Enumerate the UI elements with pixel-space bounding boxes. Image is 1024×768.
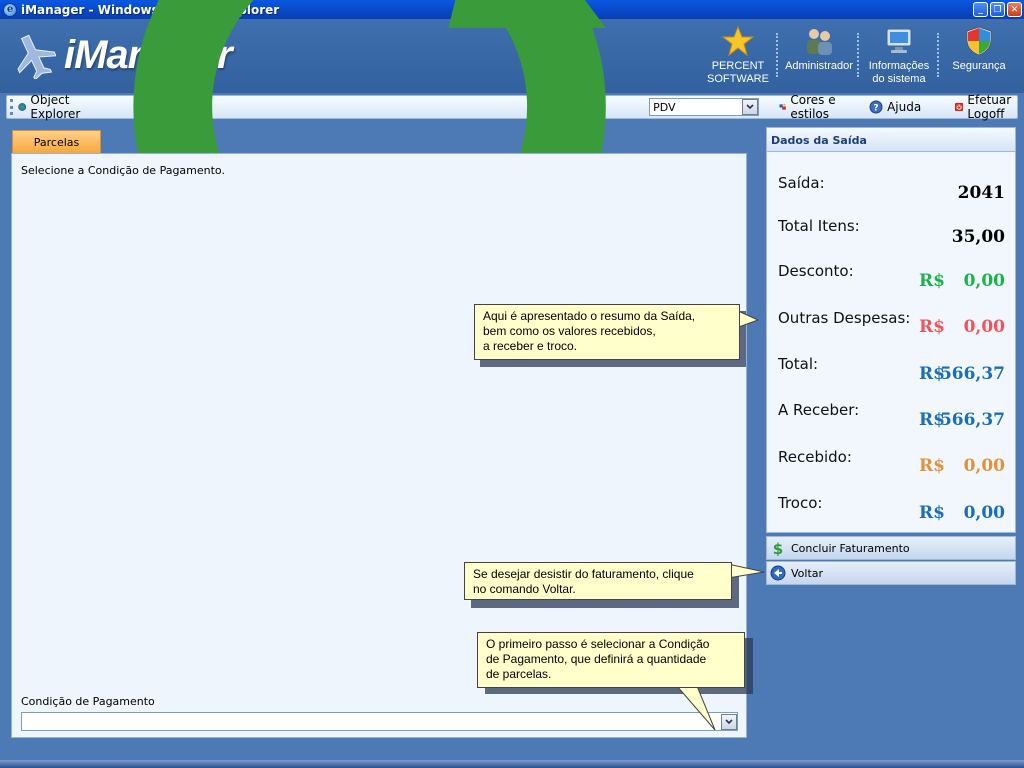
- minimize-button[interactable]: _: [973, 2, 988, 17]
- outras-despesas-label: Outras Despesas:: [778, 309, 911, 327]
- dados-saida-title: Dados da Saída: [771, 134, 867, 147]
- header-separator: [937, 33, 939, 77]
- tab-parcelas[interactable]: Parcelas: [12, 130, 101, 154]
- troco-currency: R$: [919, 503, 945, 523]
- seguranca-label: Segurança: [952, 60, 1006, 72]
- informacoes-label-line2: do sistema: [872, 73, 926, 85]
- globe-icon: [18, 103, 27, 111]
- tab-parcelas-label: Parcelas: [33, 136, 80, 149]
- condicao-pagamento-label: Condição de Pagamento: [21, 695, 155, 708]
- total-label: Total:: [778, 355, 819, 373]
- cores-estilos-label: Cores e estilos: [790, 93, 836, 121]
- header-separator: [776, 33, 778, 77]
- close-button[interactable]: ✕: [1007, 2, 1022, 17]
- voltar-button[interactable]: Voltar: [766, 561, 1016, 585]
- total-value: 566,37: [939, 364, 1005, 384]
- pdv-select[interactable]: PDV: [649, 98, 759, 116]
- callout-pointer: [657, 685, 716, 731]
- dollar-icon: $: [773, 540, 783, 556]
- recebido-currency: R$: [919, 456, 945, 476]
- object-explorer-label: Object Explorer: [30, 93, 81, 121]
- airplane-logo-icon: [17, 34, 56, 79]
- saida-label: Saída:: [778, 174, 825, 192]
- header-separator: [857, 33, 859, 77]
- shield-icon: [966, 26, 992, 56]
- back-arrow-icon: [770, 565, 786, 581]
- callout-pointer: [727, 563, 765, 579]
- chevron-down-icon[interactable]: [721, 713, 737, 730]
- concluir-faturamento-label: Concluir Faturamento: [791, 541, 910, 555]
- percent-software-link[interactable]: PERCENT SOFTWARE: [706, 25, 770, 86]
- voltar-label: Voltar: [791, 566, 824, 580]
- percent-software-label-line2: SOFTWARE: [707, 73, 769, 85]
- concluir-faturamento-button[interactable]: $ Concluir Faturamento: [766, 536, 1016, 560]
- condicao-pagamento-select[interactable]: [21, 712, 738, 731]
- callout-pointer: [735, 309, 760, 329]
- pdv-select-value: PDV: [653, 100, 676, 114]
- troco-value: 0,00: [963, 503, 1005, 523]
- ajuda-label: Ajuda: [887, 100, 922, 114]
- troco-label: Troco:: [778, 494, 823, 512]
- cores-estilos-button[interactable]: Cores e estilos: [779, 93, 837, 121]
- svg-text:$: $: [773, 540, 783, 556]
- a-receber-label: A Receber:: [778, 401, 860, 419]
- taskbar-strip: [0, 760, 1024, 768]
- desconto-currency: R$: [919, 271, 945, 291]
- dados-saida-header: Dados da Saída: [766, 127, 1016, 152]
- percent-software-label-line1: PERCENT: [711, 60, 765, 72]
- star-icon: [722, 25, 754, 57]
- administrador-label: Administrador: [785, 60, 853, 72]
- recebido-label: Recebido:: [778, 448, 852, 466]
- internet-explorer-icon: e: [3, 2, 17, 17]
- users-icon: [807, 29, 832, 55]
- total-itens-value: 35,00: [951, 227, 1005, 247]
- callout-condicao-text: O primeiro passo é selecionar a Condição…: [477, 632, 745, 688]
- recebido-value: 0,00: [963, 456, 1005, 476]
- saida-value: 2041: [957, 183, 1005, 203]
- toolbar-grip[interactable]: [10, 99, 13, 115]
- outras-despesas-currency: R$: [919, 317, 945, 337]
- administrador-link[interactable]: Administrador: [784, 25, 854, 73]
- help-icon: ?: [869, 100, 883, 114]
- a-receber-value: 566,37: [939, 410, 1005, 430]
- callout-voltar-text: Se desejar desistir do faturamento, cliq…: [464, 562, 732, 600]
- instruction-text: Selecione a Condição de Pagamento.: [21, 164, 225, 177]
- dados-saida-panel: Saída: 2041 Total Itens: 35,00 Desconto:…: [766, 152, 1016, 533]
- seguranca-link[interactable]: Segurança: [946, 25, 1012, 73]
- chevron-down-icon[interactable]: [741, 99, 758, 115]
- restore-button[interactable]: ❐: [990, 2, 1005, 17]
- svg-text:?: ?: [873, 104, 878, 114]
- power-icon: [955, 102, 964, 112]
- informacoes-sistema-link[interactable]: Informações do sistema: [864, 25, 934, 86]
- efetuar-logoff-button[interactable]: Efetuar Logoff: [955, 93, 1017, 121]
- computer-icon: [886, 28, 912, 53]
- main-toolbar: Object Explorer PDV Cores e estilos ? Aj…: [6, 0, 1018, 344]
- desconto-value: 0,00: [963, 271, 1005, 291]
- total-itens-label: Total Itens:: [778, 217, 860, 235]
- object-explorer-button[interactable]: Object Explorer: [18, 93, 86, 121]
- desconto-label: Desconto:: [778, 262, 854, 280]
- callout-resumo-text: Aqui é apresentado o resumo da Saída, be…: [474, 304, 740, 360]
- outras-despesas-value: 0,00: [963, 317, 1005, 337]
- efetuar-logoff-label: Efetuar Logoff: [967, 93, 1012, 121]
- ajuda-button[interactable]: ? Ajuda: [869, 97, 921, 117]
- informacoes-label-line1: Informações: [868, 60, 930, 72]
- palette-icon: [779, 103, 786, 110]
